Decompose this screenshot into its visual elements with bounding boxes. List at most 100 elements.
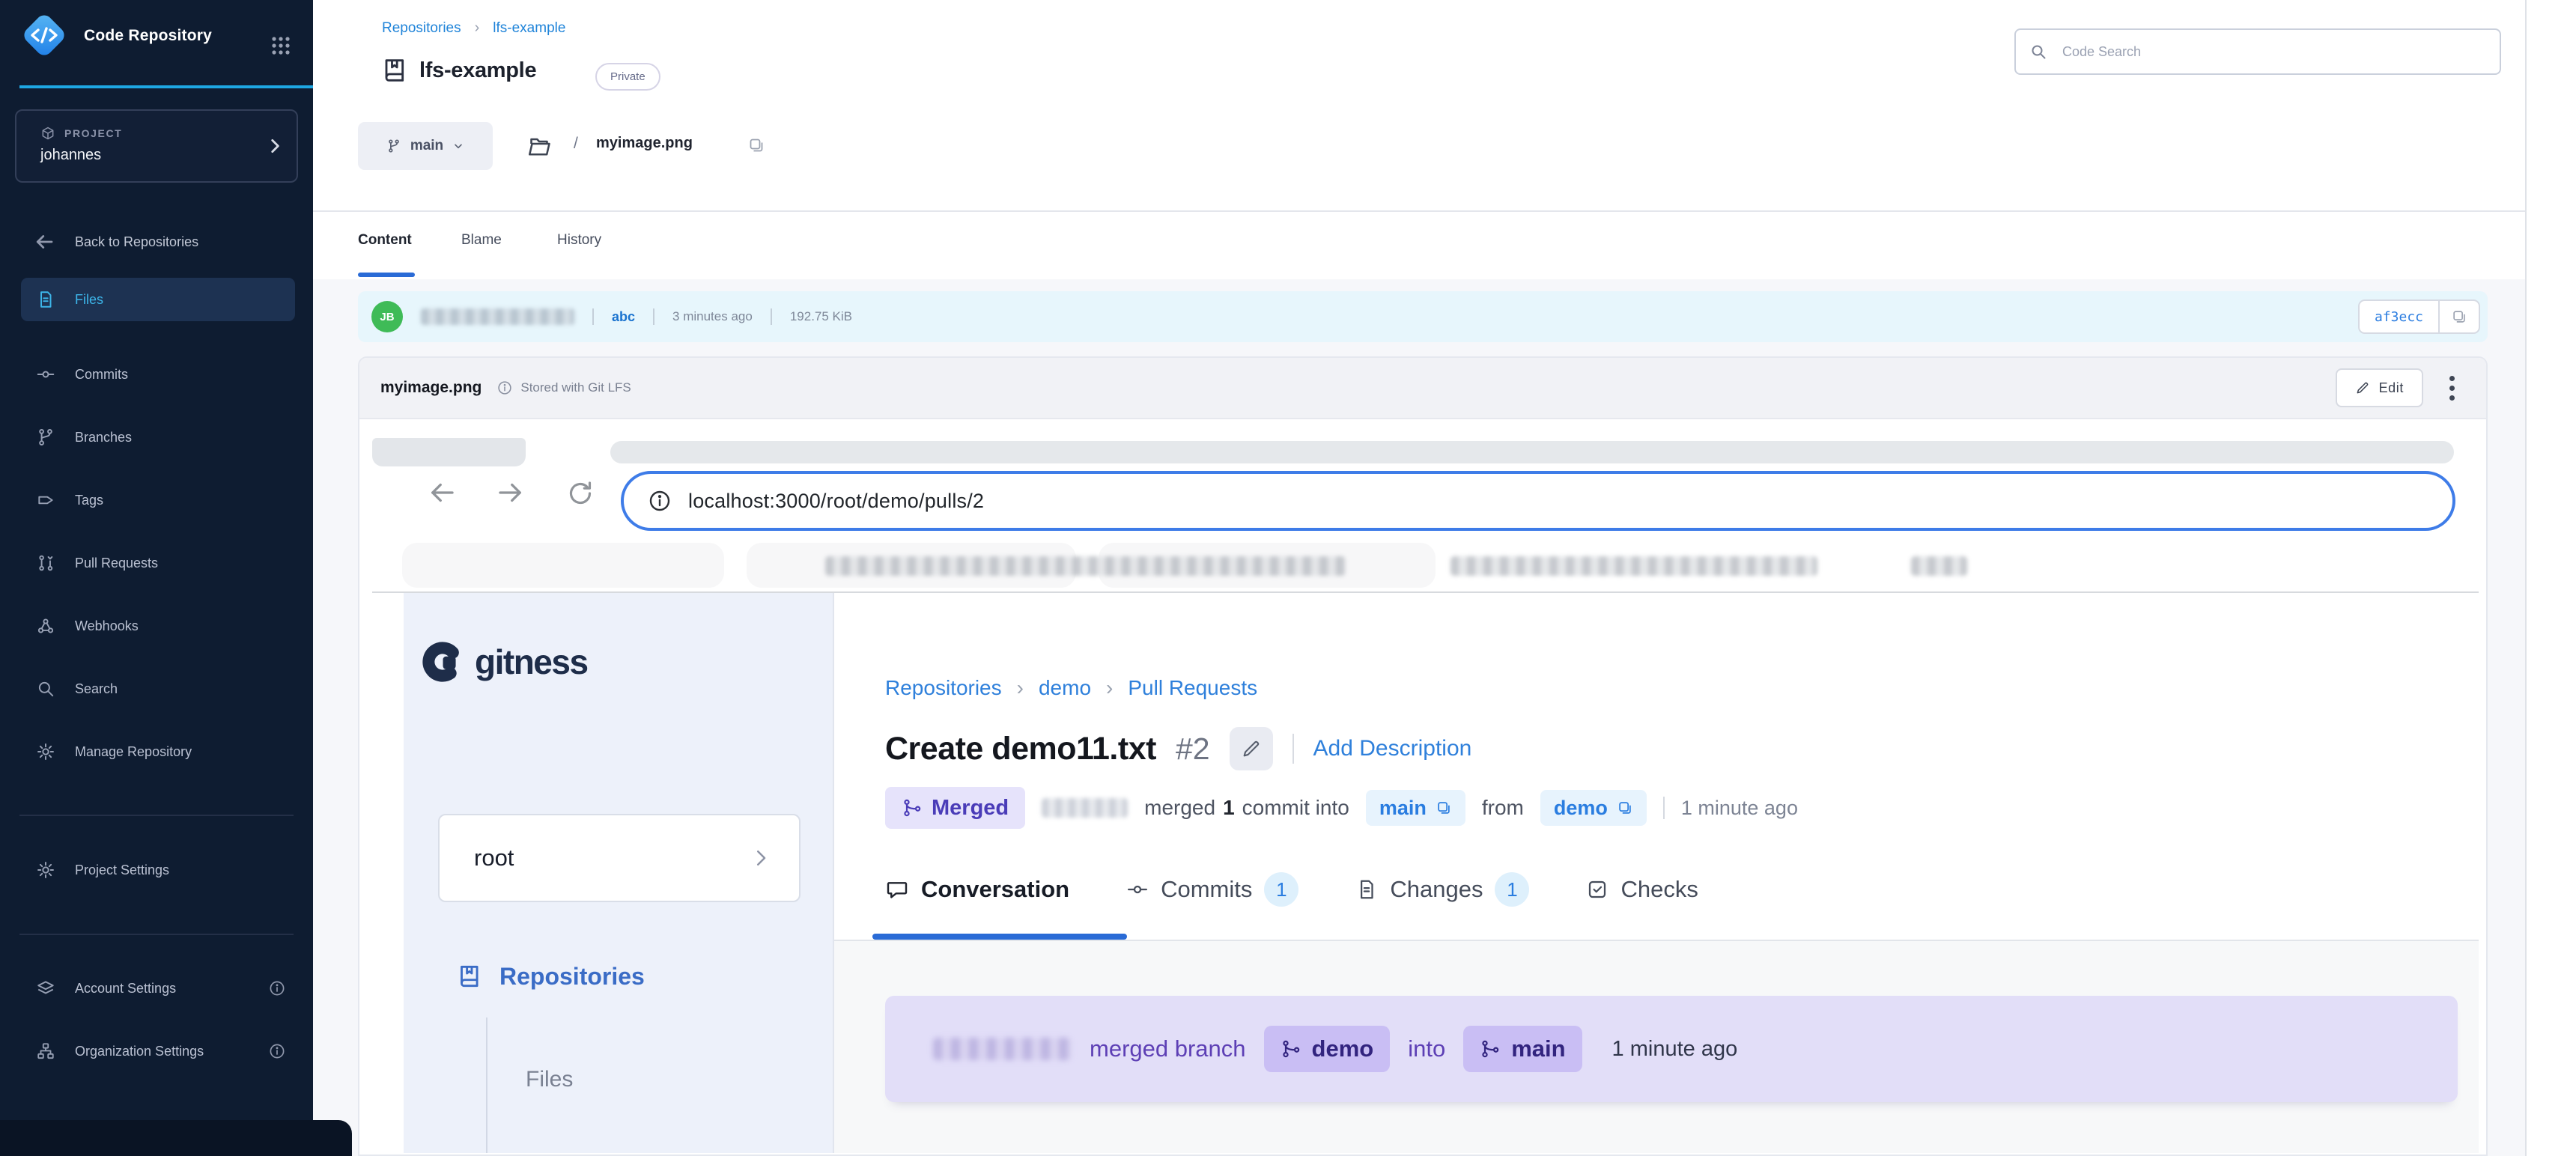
separator (592, 308, 594, 325)
branch-selector[interactable]: main (358, 122, 493, 170)
commit-time: 3 minutes ago (672, 309, 753, 324)
tree-indent-guide (486, 1017, 487, 1153)
preview-pr-status-row: Merged merged 1 commit into main from de (885, 787, 1798, 829)
tab-commits: Commits 1 (1126, 872, 1298, 907)
sidebar-item-label: Files (75, 292, 103, 308)
sidebar-item-commits[interactable]: Commits (21, 353, 295, 396)
browser-reload-icon (565, 478, 595, 508)
project-name: johannes (40, 147, 101, 164)
app-logo-icon (19, 10, 69, 60)
pr-number: #2 (1176, 731, 1210, 767)
source-branch-chip: demo (1264, 1026, 1391, 1072)
preview-nav-files: Files (526, 1067, 573, 1092)
arrow-left-icon (33, 231, 55, 253)
commit-message-link[interactable]: abc (612, 309, 635, 325)
commits-icon (36, 365, 55, 384)
back-to-repositories[interactable]: Back to Repositories (33, 231, 198, 253)
file-size: 192.75 KiB (790, 309, 852, 324)
add-description-link: Add Description (1313, 736, 1472, 761)
header-divider (313, 210, 2525, 212)
breadcrumb: Repositories lfs-example (382, 19, 565, 37)
project-label: PROJECT (64, 127, 122, 139)
chevron-down-icon (452, 140, 464, 152)
branch-icon (1480, 1038, 1501, 1059)
repository-icon (455, 962, 483, 991)
preview-tabbar-border (834, 940, 2479, 941)
sidebar-item-tags[interactable]: Tags (21, 478, 295, 522)
pr-title: Create demo11.txt (885, 731, 1156, 767)
chevron-right-icon (265, 136, 285, 156)
sidebar-item-branches[interactable]: Branches (21, 416, 295, 459)
redacted-author (421, 308, 574, 325)
browser-back-icon (426, 477, 458, 508)
info-icon (268, 1042, 286, 1060)
folder-icon[interactable] (526, 133, 553, 159)
separator (1663, 797, 1665, 819)
tab-checks: Checks (1586, 876, 1698, 903)
sidebar-item-organization-settings[interactable]: Organization Settings (21, 1029, 295, 1073)
file-path: myimage.png (596, 135, 693, 152)
webhooks-icon (36, 616, 55, 636)
avatar: JB (371, 301, 403, 332)
merge-icon (902, 797, 923, 818)
sidebar-item-label: Pull Requests (75, 556, 158, 571)
redacted-bookmarks (825, 556, 1346, 576)
sidebar-accent-divider (19, 85, 313, 88)
sidebar-item-label: Webhooks (75, 618, 139, 634)
browser-forward-icon (495, 477, 526, 508)
preview-pr-title-row: Create demo11.txt #2 Add Description (885, 727, 1471, 770)
site-info-icon (648, 489, 672, 513)
url-text: localhost:3000/root/demo/pulls/2 (688, 490, 984, 513)
sidebar-item-manage-repository[interactable]: Manage Repository (21, 730, 295, 773)
bookmark-blob (402, 543, 724, 588)
sidebar-item-label: Organization Settings (75, 1044, 204, 1059)
apps-grid-icon[interactable] (270, 34, 292, 57)
pull-request-icon (36, 553, 55, 573)
target-branch-pill: main (1366, 790, 1465, 826)
lfs-note-text: Stored with Git LFS (520, 380, 631, 395)
copy-path-icon[interactable] (747, 136, 765, 154)
sidebar-item-files[interactable]: Files (21, 278, 295, 321)
branch-icon (1281, 1038, 1301, 1059)
separator (1292, 734, 1294, 764)
code-search (2014, 28, 2501, 75)
preview-nav-repositories: Repositories (455, 962, 645, 991)
redacted-author (1042, 798, 1128, 818)
gitness-logo-icon (419, 639, 466, 685)
info-icon (268, 979, 286, 997)
separator (771, 308, 772, 325)
more-options-button[interactable] (2438, 368, 2465, 407)
commit-sha[interactable]: af3ecc (2358, 299, 2480, 334)
commits-icon (1126, 878, 1149, 901)
visibility-badge: Private (595, 63, 660, 91)
tab-blame[interactable]: Blame (461, 232, 502, 249)
files-icon (36, 290, 55, 309)
target-branch-chip: main (1463, 1026, 1582, 1072)
sidebar-item-pull-requests[interactable]: Pull Requests (21, 541, 295, 585)
sidebar-item-label: Search (75, 681, 118, 697)
path-separator (574, 135, 578, 153)
tab-content[interactable]: Content (358, 232, 412, 249)
preview-project-name: root (474, 845, 514, 871)
edit-button[interactable]: Edit (2336, 368, 2423, 407)
tag-icon (36, 490, 55, 510)
redacted-bookmarks (1911, 556, 1967, 576)
breadcrumb-repo[interactable]: lfs-example (493, 20, 565, 37)
tab-history[interactable]: History (557, 232, 601, 249)
preview-pr-tabs: Conversation Commits 1 Changes 1 Ch (885, 872, 1698, 907)
edit-label: Edit (2379, 380, 2404, 396)
breadcrumb-repositories[interactable]: Repositories (382, 20, 461, 37)
sidebar-item-webhooks[interactable]: Webhooks (21, 604, 295, 648)
preview-project-selector: root (438, 814, 801, 902)
copy-sha-button[interactable] (2438, 301, 2479, 332)
code-search-input[interactable] (2014, 28, 2501, 75)
breadcrumb-separator (1017, 676, 1024, 700)
sidebar-item-project-settings[interactable]: Project Settings (21, 848, 295, 892)
branches-icon (36, 428, 55, 447)
file-card: myimage.png Stored with Git LFS Edit (358, 356, 2488, 1156)
sidebar-item-account-settings[interactable]: Account Settings (21, 967, 295, 1010)
file-icon (1355, 878, 1378, 901)
sidebar-item-search[interactable]: Search (21, 667, 295, 711)
project-selector[interactable]: PROJECT johannes (15, 109, 298, 183)
tab-conversation: Conversation (885, 876, 1069, 903)
